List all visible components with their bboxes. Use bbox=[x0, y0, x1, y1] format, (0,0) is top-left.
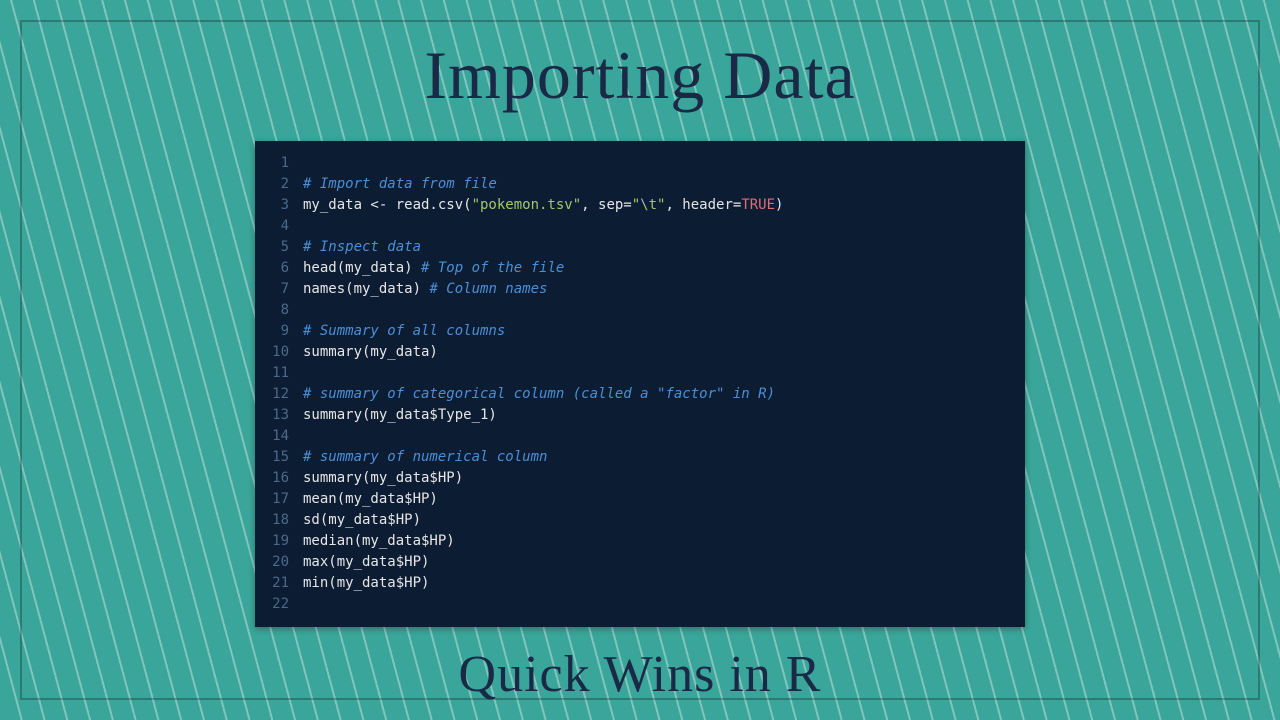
line-number: 6 bbox=[255, 258, 303, 279]
code-line: 6head(my_data) # Top of the file bbox=[255, 258, 1015, 279]
line-number: 15 bbox=[255, 447, 303, 468]
code-line: 20max(my_data$HP) bbox=[255, 552, 1015, 573]
code-content: summary(my_data$Type_1) bbox=[303, 405, 1015, 426]
code-line: 21min(my_data$HP) bbox=[255, 573, 1015, 594]
code-content: # summary of categorical column (called … bbox=[303, 384, 1015, 405]
line-number: 17 bbox=[255, 489, 303, 510]
code-content: # Import data from file bbox=[303, 174, 1015, 195]
code-line: 15# summary of numerical column bbox=[255, 447, 1015, 468]
code-content: head(my_data) # Top of the file bbox=[303, 258, 1015, 279]
line-number: 22 bbox=[255, 594, 303, 615]
line-number: 2 bbox=[255, 174, 303, 195]
line-number: 14 bbox=[255, 426, 303, 447]
line-number: 19 bbox=[255, 531, 303, 552]
code-content: summary(my_data$HP) bbox=[303, 468, 1015, 489]
line-number: 13 bbox=[255, 405, 303, 426]
slide-frame: Importing Data 1 2# Import data from fil… bbox=[20, 20, 1260, 700]
code-content: summary(my_data) bbox=[303, 342, 1015, 363]
line-number: 1 bbox=[255, 153, 303, 174]
code-line: 22 bbox=[255, 594, 1015, 615]
code-line: 12# summary of categorical column (calle… bbox=[255, 384, 1015, 405]
code-line: 19median(my_data$HP) bbox=[255, 531, 1015, 552]
line-number: 21 bbox=[255, 573, 303, 594]
code-content: # Summary of all columns bbox=[303, 321, 1015, 342]
line-number: 20 bbox=[255, 552, 303, 573]
line-number: 18 bbox=[255, 510, 303, 531]
code-content: mean(my_data$HP) bbox=[303, 489, 1015, 510]
code-line: 10summary(my_data) bbox=[255, 342, 1015, 363]
line-number: 11 bbox=[255, 363, 303, 384]
line-number: 10 bbox=[255, 342, 303, 363]
line-number: 4 bbox=[255, 216, 303, 237]
code-content bbox=[303, 216, 1015, 237]
line-number: 8 bbox=[255, 300, 303, 321]
code-content bbox=[303, 363, 1015, 384]
code-content: min(my_data$HP) bbox=[303, 573, 1015, 594]
code-line: 9# Summary of all columns bbox=[255, 321, 1015, 342]
code-content bbox=[303, 153, 1015, 174]
code-content bbox=[303, 426, 1015, 447]
line-number: 12 bbox=[255, 384, 303, 405]
slide-subtitle: Quick Wins in R bbox=[459, 645, 822, 704]
line-number: 9 bbox=[255, 321, 303, 342]
code-line: 18sd(my_data$HP) bbox=[255, 510, 1015, 531]
code-line: 8 bbox=[255, 300, 1015, 321]
code-content: max(my_data$HP) bbox=[303, 552, 1015, 573]
code-line: 13summary(my_data$Type_1) bbox=[255, 405, 1015, 426]
code-content: # Inspect data bbox=[303, 237, 1015, 258]
code-content: my_data <- read.csv("pokemon.tsv", sep="… bbox=[303, 195, 1015, 216]
line-number: 3 bbox=[255, 195, 303, 216]
code-line: 16summary(my_data$HP) bbox=[255, 468, 1015, 489]
line-number: 16 bbox=[255, 468, 303, 489]
code-content bbox=[303, 300, 1015, 321]
code-line: 11 bbox=[255, 363, 1015, 384]
code-line: 14 bbox=[255, 426, 1015, 447]
code-line: 3my_data <- read.csv("pokemon.tsv", sep=… bbox=[255, 195, 1015, 216]
code-content bbox=[303, 594, 1015, 615]
code-line: 17mean(my_data$HP) bbox=[255, 489, 1015, 510]
code-content: sd(my_data$HP) bbox=[303, 510, 1015, 531]
code-line: 5# Inspect data bbox=[255, 237, 1015, 258]
code-content: # summary of numerical column bbox=[303, 447, 1015, 468]
code-line: 2# Import data from file bbox=[255, 174, 1015, 195]
line-number: 7 bbox=[255, 279, 303, 300]
code-content: median(my_data$HP) bbox=[303, 531, 1015, 552]
code-content: names(my_data) # Column names bbox=[303, 279, 1015, 300]
code-line: 4 bbox=[255, 216, 1015, 237]
code-editor: 1 2# Import data from file3my_data <- re… bbox=[255, 141, 1025, 627]
code-line: 1 bbox=[255, 153, 1015, 174]
line-number: 5 bbox=[255, 237, 303, 258]
code-line: 7names(my_data) # Column names bbox=[255, 279, 1015, 300]
slide-title: Importing Data bbox=[424, 36, 855, 115]
